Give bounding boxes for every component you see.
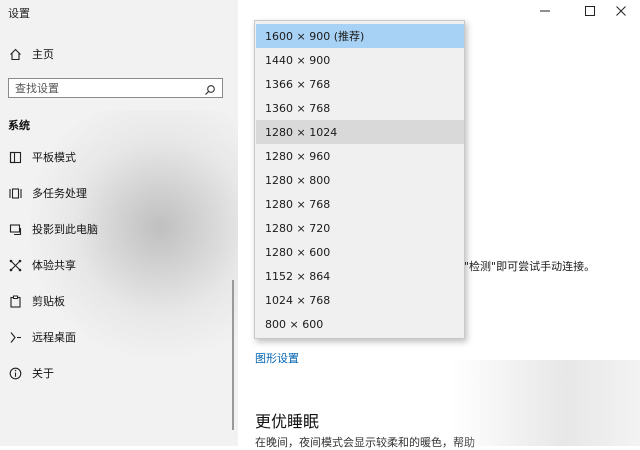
resolution-option[interactable]: 1280 × 960: [256, 144, 464, 168]
tablet-icon: [8, 150, 22, 164]
remote-desktop-icon: [8, 330, 22, 344]
home-icon: [8, 47, 22, 61]
resolution-option[interactable]: 1152 × 864: [256, 264, 464, 288]
sidebar-item-label: 平板模式: [32, 151, 76, 164]
sidebar-item-label: 投影到此电脑: [32, 223, 98, 236]
close-icon: [616, 6, 626, 16]
mosaic-overlay: [452, 360, 640, 446]
info-icon: [8, 366, 22, 380]
sidebar-item-label: 体验共享: [32, 259, 76, 272]
sidebar-item-clipboard[interactable]: 剪贴板: [0, 289, 238, 313]
maximize-icon: [585, 6, 595, 16]
resolution-option[interactable]: 1360 × 768: [256, 96, 464, 120]
resolution-option[interactable]: 800 × 600: [256, 312, 464, 336]
section-title: 系统: [8, 119, 30, 132]
clipboard-icon: [8, 294, 22, 308]
multitask-icon: [8, 186, 22, 200]
sidebar-item-project[interactable]: 投影到此电脑: [0, 217, 238, 241]
sidebar-item-shared-experiences[interactable]: 体验共享: [0, 253, 238, 277]
resolution-option[interactable]: 1280 × 720: [256, 216, 464, 240]
nav-home-label: 主页: [32, 48, 54, 61]
sidebar-item-label: 远程桌面: [32, 331, 76, 344]
minimize-button[interactable]: [526, 0, 564, 22]
sidebar-scrollbar[interactable]: [232, 280, 234, 430]
sidebar-item-label: 关于: [32, 367, 54, 380]
resolution-option[interactable]: 1280 × 768: [256, 192, 464, 216]
sidebar-item-about[interactable]: 关于: [0, 361, 238, 385]
sidebar-item-label: 剪贴板: [32, 295, 65, 308]
graphics-settings-link[interactable]: 图形设置: [255, 350, 299, 366]
search-icon[interactable]: [204, 81, 218, 95]
settings-sidebar: 设置 主页 系统 平板模式 多任务处理 投影到此电脑 体验共享: [0, 0, 238, 446]
search-input[interactable]: [9, 81, 204, 95]
resolution-option[interactable]: 1024 × 768: [256, 288, 464, 312]
resolution-option[interactable]: 1440 × 900: [256, 48, 464, 72]
resolution-dropdown-list[interactable]: 1600 × 900 (推荐) 1440 × 900 1366 × 768 13…: [254, 20, 465, 339]
sleep-heading: 更优睡眠: [255, 412, 320, 431]
resolution-option[interactable]: 1280 × 600: [256, 240, 464, 264]
settings-search[interactable]: [8, 78, 223, 98]
sleep-description: 在晚间，夜间模式会显示较柔和的暖色，帮助: [255, 436, 475, 449]
window-title: 设置: [8, 7, 30, 20]
sidebar-item-multitasking[interactable]: 多任务处理: [0, 181, 238, 205]
sidebar-item-remote-desktop[interactable]: 远程桌面: [0, 325, 238, 349]
close-button[interactable]: [602, 0, 640, 22]
resolution-option[interactable]: 1366 × 768: [256, 72, 464, 96]
minimize-icon: [540, 10, 550, 12]
resolution-option[interactable]: 1600 × 900 (推荐): [256, 24, 464, 48]
project-icon: [8, 222, 22, 236]
nav-home[interactable]: 主页: [0, 42, 238, 66]
sidebar-item-label: 多任务处理: [32, 187, 87, 200]
resolution-option[interactable]: 1280 × 1024: [256, 120, 464, 144]
sidebar-item-tablet-mode[interactable]: 平板模式: [0, 145, 238, 169]
detect-hint-text: "检测"即可尝试手动连接。: [464, 260, 596, 273]
resolution-option[interactable]: 1280 × 800: [256, 168, 464, 192]
share-icon: [8, 258, 22, 272]
